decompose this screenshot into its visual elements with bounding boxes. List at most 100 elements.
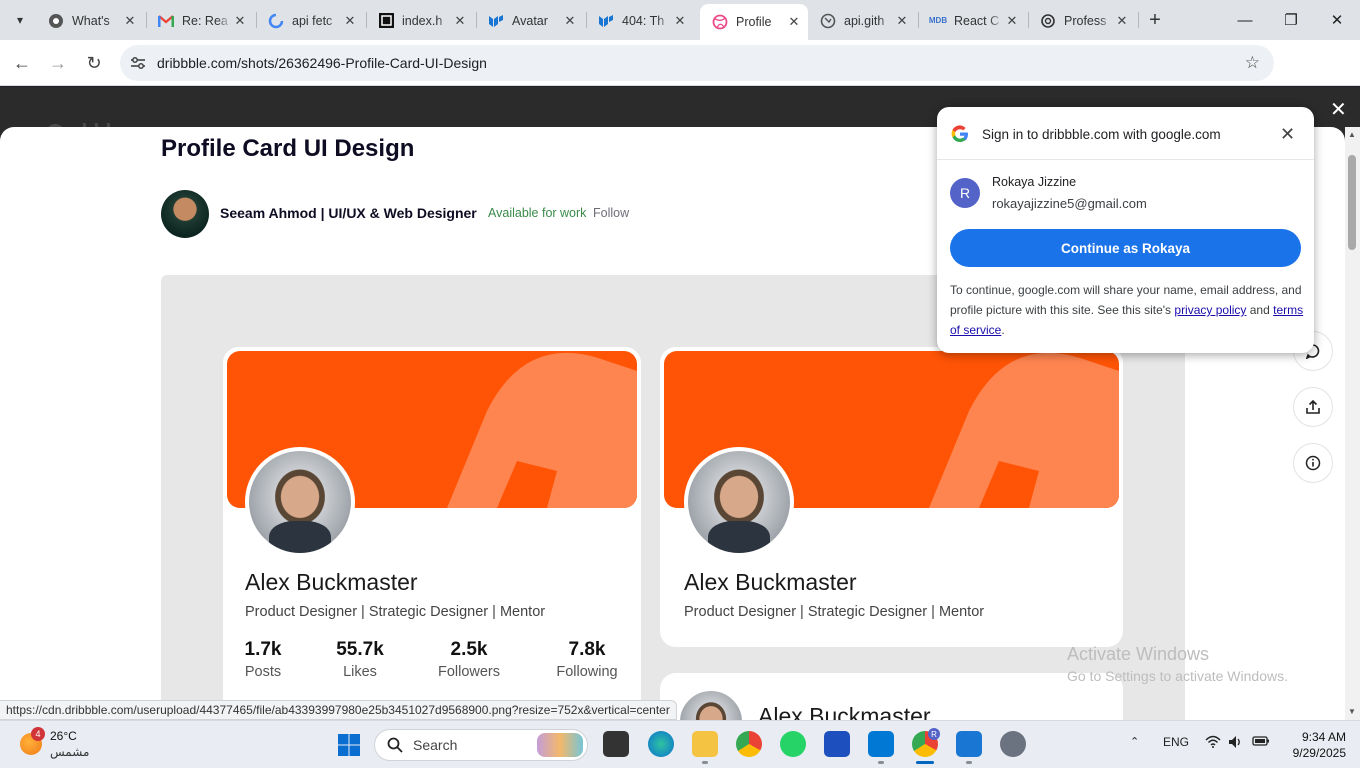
volume-icon[interactable] bbox=[1228, 735, 1244, 752]
tab-mdb-react[interactable]: MDB React C ✕ bbox=[918, 5, 1026, 36]
profile-photo bbox=[245, 447, 355, 557]
tab-gmail[interactable]: Re: Rea ✕ bbox=[146, 5, 254, 36]
scroll-up-icon[interactable]: ▲ bbox=[1348, 130, 1356, 139]
info-button[interactable] bbox=[1293, 443, 1333, 483]
close-tab-icon[interactable]: ✕ bbox=[122, 13, 138, 29]
privacy-policy-link[interactable]: privacy policy bbox=[1174, 303, 1246, 317]
close-tab-icon[interactable]: ✕ bbox=[1114, 13, 1130, 29]
new-tab-button[interactable]: + bbox=[1143, 8, 1167, 32]
profile-photo bbox=[684, 447, 794, 557]
whatsapp-icon[interactable] bbox=[780, 731, 806, 757]
tab-title: api.gith bbox=[844, 13, 885, 28]
close-tab-icon[interactable]: ✕ bbox=[672, 13, 688, 29]
scroll-down-icon[interactable]: ▼ bbox=[1348, 707, 1356, 716]
share-button[interactable] bbox=[1293, 387, 1333, 427]
continue-as-button[interactable]: Continue as Rokaya bbox=[950, 229, 1301, 267]
close-tab-icon[interactable]: ✕ bbox=[1004, 13, 1020, 29]
stat-label: Posts bbox=[244, 664, 282, 680]
tab-codesandbox[interactable]: index.h ✕ bbox=[366, 5, 474, 36]
windows-start-icon[interactable] bbox=[337, 733, 361, 757]
clock[interactable]: 9:34 AM 9/29/2025 bbox=[1280, 729, 1346, 761]
forward-button[interactable]: → bbox=[44, 49, 72, 77]
reload-button[interactable]: ↻ bbox=[80, 49, 108, 77]
maximize-button[interactable]: ❐ bbox=[1268, 0, 1314, 40]
stat-following: 7.8k Following bbox=[547, 639, 627, 680]
profile-role: Product Designer | Strategic Designer | … bbox=[684, 604, 985, 620]
notepad-icon[interactable] bbox=[956, 731, 982, 757]
close-tab-icon[interactable]: ✕ bbox=[562, 13, 578, 29]
browser-toolbar: ← → ↻ dribbble.com/shots/26362496-Profil… bbox=[0, 40, 1360, 114]
back-button[interactable]: ← bbox=[8, 49, 36, 77]
profile-card: Alex Buckmaster Product Designer | Strat… bbox=[660, 347, 1123, 647]
author-name[interactable]: Seeam Ahmod | UI/UX & Web Designer bbox=[220, 205, 477, 221]
tab-mui-avatar[interactable]: Avatar ✕ bbox=[476, 5, 584, 36]
info-icon bbox=[1305, 455, 1321, 471]
tab-strip: ▾ What's ✕ Re: Rea ✕ api fetc ✕ index.h … bbox=[0, 0, 1360, 40]
tab-mui-404[interactable]: 404: Th ✕ bbox=[586, 5, 694, 36]
tab-title: Re: Rea bbox=[182, 13, 228, 28]
link-status-bubble: https://cdn.dribbble.com/userupload/4437… bbox=[0, 700, 677, 720]
author-avatar[interactable] bbox=[161, 190, 209, 238]
search-icon bbox=[387, 737, 403, 753]
bookmark-star-icon[interactable]: ☆ bbox=[1245, 53, 1260, 73]
weather-description[interactable]: مشمس bbox=[50, 745, 89, 759]
edge-icon[interactable] bbox=[648, 731, 674, 757]
profile-card: Alex Buckmaster bbox=[660, 673, 1123, 720]
mui-icon bbox=[598, 13, 614, 29]
stat-posts: 1.7k Posts bbox=[223, 639, 303, 680]
profile-name: Alex Buckmaster bbox=[245, 569, 418, 595]
follow-button[interactable]: Follow bbox=[593, 206, 629, 220]
weather-badge: 4 bbox=[31, 727, 45, 741]
page-title: Profile Card UI Design bbox=[161, 135, 415, 162]
tab-search-button[interactable]: ▾ bbox=[8, 8, 32, 32]
minimize-button[interactable]: — bbox=[1222, 0, 1268, 40]
tab-whats[interactable]: What's ✕ bbox=[36, 5, 144, 36]
google-icon bbox=[268, 13, 284, 29]
close-tab-icon[interactable]: ✕ bbox=[894, 13, 910, 29]
close-tab-icon[interactable]: ✕ bbox=[342, 13, 358, 29]
tab-title: Profess bbox=[1064, 13, 1107, 28]
gmail-icon bbox=[158, 13, 174, 29]
language-indicator[interactable]: ENG bbox=[1163, 735, 1189, 749]
wifi-icon[interactable] bbox=[1205, 735, 1221, 751]
windows-taskbar: 4 26°C مشمس Search R ⌃ ENG 9:34 AM 9/29/2… bbox=[0, 720, 1360, 768]
tab-chatgpt[interactable]: Profess ✕ bbox=[1028, 5, 1136, 36]
tab-title: Profile bbox=[736, 15, 772, 29]
chrome-logo-icon bbox=[48, 13, 64, 29]
task-view-icon[interactable] bbox=[603, 731, 629, 757]
address-bar[interactable]: dribbble.com/shots/26362496-Profile-Card… bbox=[120, 45, 1274, 81]
weather-temperature[interactable]: 26°C bbox=[50, 729, 77, 743]
taskbar-search-box[interactable]: Search bbox=[374, 729, 588, 761]
chrome-icon[interactable] bbox=[736, 731, 762, 757]
close-shot-overlay-icon[interactable]: ✕ bbox=[1330, 97, 1347, 122]
microsoft-store-icon[interactable] bbox=[824, 731, 850, 757]
running-indicator bbox=[878, 761, 884, 764]
show-hidden-icons-icon[interactable]: ⌃ bbox=[1130, 735, 1139, 748]
stat-value: 55.7k bbox=[336, 639, 384, 660]
close-window-button[interactable]: ✕ bbox=[1314, 0, 1360, 40]
close-tab-icon[interactable]: ✕ bbox=[232, 13, 248, 29]
page-scrollbar[interactable]: ▲ ▼ bbox=[1345, 127, 1360, 720]
close-popup-icon[interactable]: ✕ bbox=[1280, 124, 1295, 145]
vscode-icon[interactable] bbox=[868, 731, 894, 757]
mdb-icon: MDB bbox=[928, 16, 948, 25]
consent-text: . bbox=[1001, 323, 1005, 337]
tab-github-api[interactable]: api.gith ✕ bbox=[808, 5, 916, 36]
file-explorer-icon[interactable] bbox=[692, 731, 718, 757]
dribbble-icon bbox=[712, 14, 728, 30]
site-info-icon[interactable] bbox=[130, 56, 150, 70]
battery-icon[interactable] bbox=[1252, 735, 1270, 750]
account-avatar[interactable]: R bbox=[950, 178, 980, 208]
scrollbar-thumb[interactable] bbox=[1348, 155, 1356, 250]
tab-google[interactable]: api fetc ✕ bbox=[256, 5, 364, 36]
tab-title: React C bbox=[954, 13, 1000, 28]
settings-gear-icon[interactable] bbox=[1000, 731, 1026, 757]
close-tab-icon[interactable]: ✕ bbox=[452, 13, 468, 29]
account-name[interactable]: Rokaya Jizzine bbox=[992, 175, 1076, 189]
tab-dribbble-active[interactable]: Profile ✕ bbox=[700, 4, 808, 40]
close-tab-icon[interactable]: ✕ bbox=[786, 14, 802, 30]
availability-badge[interactable]: Available for work bbox=[488, 206, 586, 220]
account-email[interactable]: rokayajizzine5@gmail.com bbox=[992, 196, 1147, 211]
openai-icon bbox=[1040, 13, 1056, 29]
activate-windows-title: Activate Windows bbox=[1067, 644, 1210, 664]
